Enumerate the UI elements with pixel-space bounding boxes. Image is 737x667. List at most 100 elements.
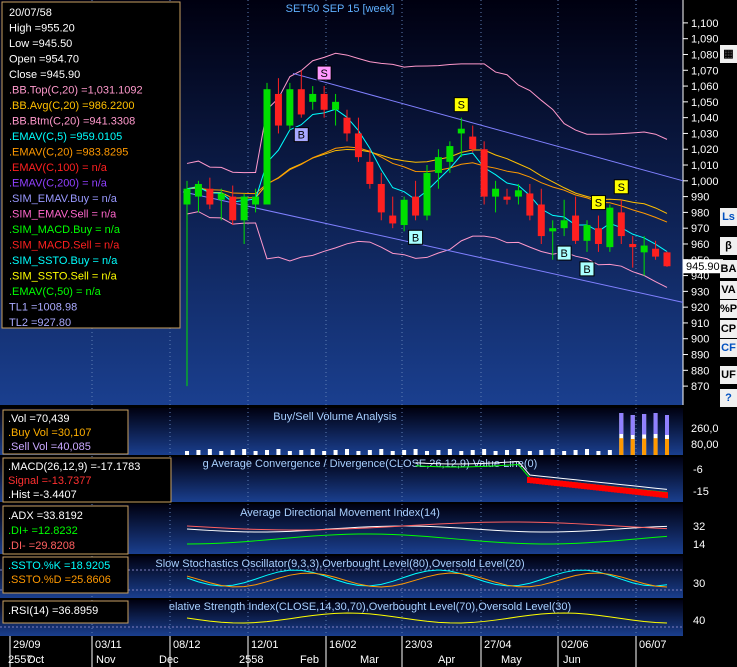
candle-body [537,204,545,237]
candle-body [217,193,225,200]
macd-histogram-bar [602,485,605,492]
volume-bar [390,451,395,455]
macd-histogram-bar [533,477,536,484]
signal-label: S [458,100,465,112]
macd-histogram-bar [530,477,533,484]
y-tick-label: 890 [691,350,709,362]
volume-info-line: .Vol =70,439 [8,413,69,425]
info-line: .EMAV(C,20) =983.8295 [9,147,128,159]
candle-body [343,117,351,134]
cp-button[interactable]: CP [720,320,737,338]
volume-bar [185,451,189,455]
info-line: .SIM_MACD.Sell = n/a [9,240,120,252]
macd-histogram-bar [605,485,608,492]
va-button[interactable]: VA [720,281,737,299]
info-line: TL1 =1008.98 [9,302,77,314]
candle-body [183,188,191,205]
macd-histogram-bar [593,484,596,491]
macd-histogram-bar [653,490,656,497]
volume-bar [322,451,327,455]
macd-info-line: .Hist =-3.4407 [8,489,77,501]
buy-volume-bar [665,439,669,455]
info-line: Close =945.90 [9,69,80,81]
macd-histogram-bar [590,483,593,490]
y-tick-label: 900 [691,334,709,346]
volume-bar [367,450,372,455]
info-line: Low =945.50 [9,38,72,50]
info-line: .EMAV(C,100) = n/a [9,162,108,174]
info-line: .BB.Btm(C,20) =941.3308 [9,116,135,128]
candle-body [617,212,625,237]
volume-bar [447,449,452,455]
help-icon[interactable]: ? [720,389,737,407]
ls-button[interactable]: Ls [720,208,737,226]
volume-bar [287,451,292,455]
sell-volume-bar [630,415,635,435]
info-line: .SIM_EMAV.Sell = n/a [9,209,117,221]
macd-info-line: .MACD(26,12,9) =-17.1783 [8,461,140,473]
signal-label: B [560,248,567,260]
chart-type-icon[interactable]: ▦ [720,45,737,63]
x-label-bottom: Apr [438,654,455,666]
macd-histogram-bar [665,492,668,499]
macd-histogram-bar [623,487,626,494]
sell-volume-bar [653,413,658,434]
pp-button[interactable]: %P [720,300,737,318]
macd-histogram-bar [548,479,551,486]
macd-histogram-bar [551,479,554,486]
signal-label: B [412,232,419,244]
candle-body [354,133,362,158]
signal-label: S [595,198,602,210]
volume-bar [265,450,269,455]
volume-panel-title: Buy/Sell Volume Analysis [273,411,397,423]
adx-info-line: .DI+ =12.8232 [8,525,78,537]
volume-bar [402,450,407,455]
ba-button[interactable]: BA [720,260,737,278]
x-label-bottom: Feb [300,654,319,666]
macd-histogram-bar [617,486,620,493]
macd-histogram-bar [599,484,602,491]
volume-bar [356,451,361,455]
macd-histogram-bar [641,489,644,496]
macd-histogram-bar [611,486,614,493]
y-tick-label: 1,050 [691,97,719,109]
x-label-top: 02/06 [561,639,589,651]
candle-body [640,245,648,253]
stoch-info-line: .SSTO.%K =18.9205 [8,560,110,572]
volume-bar [345,449,349,455]
candle-body [286,89,294,126]
candle-body [263,89,271,205]
y-tick-label: 970 [691,223,709,235]
x-label-bottom: Dec [159,654,179,666]
info-line: .BB.Top(C,20) =1,031.1092 [9,85,143,97]
candle-body [469,136,477,150]
info-line: .SIM_SSTO.Buy = n/a [9,255,118,267]
cf-button[interactable]: CF [720,339,737,357]
macd-histogram-bar [608,485,611,492]
volume-bar [527,451,532,455]
buy-volume-bar [642,438,647,455]
x-label-bottom: Nov [96,654,116,666]
volume-y-tick: 260,0 [691,423,719,435]
volume-bar [253,451,258,455]
x-label-top: 12/01 [251,639,279,651]
macd-y-tick: -6 [693,464,703,476]
signal-ssto-buy: B [408,229,424,245]
volume-bar [516,449,521,455]
volume-bar [207,449,212,455]
macd-histogram-bar [650,490,653,497]
beta-button[interactable]: β [720,237,737,255]
sell-volume-bar [665,415,669,435]
y-tick-label: 1,000 [691,176,719,188]
signal-label: S [320,68,327,80]
current-price-label: 945.90 [686,261,720,273]
y-tick-label: 870 [691,381,709,393]
macd-histogram-bar [656,491,659,498]
candle-body [549,228,557,232]
volume-bar [219,451,224,455]
y-tick-label: 910 [691,318,709,330]
candle-body [412,196,420,216]
macd-histogram-bar [557,480,560,487]
candle-body [229,196,237,221]
uf-button[interactable]: UF [720,366,737,384]
